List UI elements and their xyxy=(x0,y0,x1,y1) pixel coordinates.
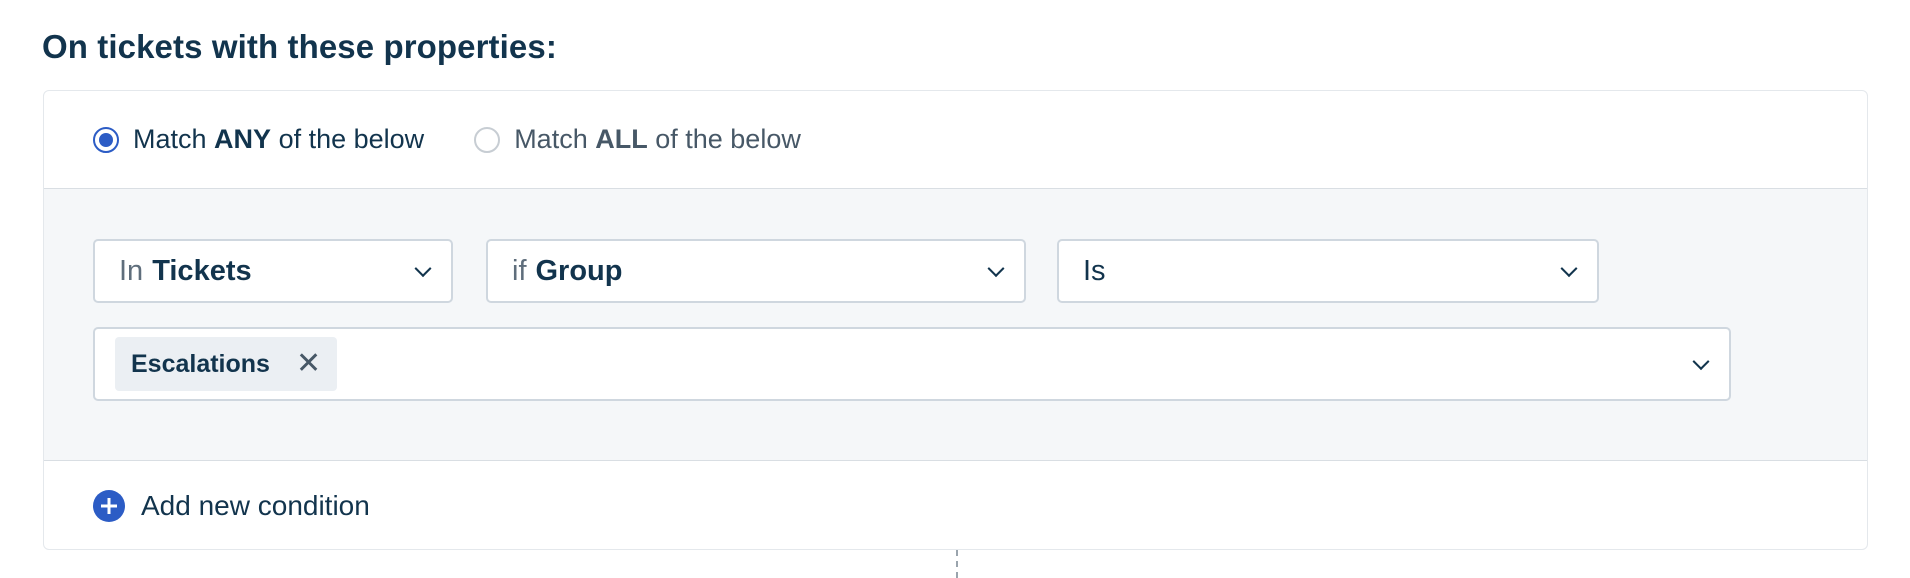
scope-dropdown[interactable]: In Tickets xyxy=(93,239,453,303)
chevron-down-icon xyxy=(1560,260,1578,278)
match-all-radio[interactable] xyxy=(474,126,501,153)
match-any-option[interactable]: Match ANY of the below xyxy=(93,124,424,155)
conditions-card: Match ANY of the below Match ALL of the … xyxy=(43,90,1868,550)
match-any-label: Match ANY of the below xyxy=(133,124,425,154)
chevron-down-icon xyxy=(987,260,1005,278)
operator-value: Is xyxy=(1083,254,1106,287)
scope-value: Tickets xyxy=(152,254,252,287)
add-condition-button[interactable]: Add new condition xyxy=(93,461,370,549)
field-value: Group xyxy=(535,254,623,287)
condition-panel: In Tickets if Group Is Escalations ✕ xyxy=(44,189,1867,461)
match-all-option[interactable]: Match ALL of the below xyxy=(474,124,801,155)
value-tag: Escalations ✕ xyxy=(115,337,338,391)
plus-circle-icon xyxy=(93,490,125,522)
add-condition-label: Add new condition xyxy=(141,490,370,521)
match-all-label: Match ALL of the below xyxy=(514,124,801,154)
match-mode-row: Match ANY of the below Match ALL of the … xyxy=(44,91,1867,189)
field-prefix: if xyxy=(512,254,527,287)
operator-dropdown[interactable]: Is xyxy=(1057,239,1599,303)
chevron-down-icon xyxy=(414,260,432,278)
field-dropdown[interactable]: if Group xyxy=(486,239,1026,303)
remove-tag-icon[interactable]: ✕ xyxy=(296,349,321,379)
scope-prefix: In xyxy=(119,254,144,287)
match-any-radio[interactable] xyxy=(93,126,119,153)
value-tag-label: Escalations xyxy=(131,349,270,378)
flow-connector-line xyxy=(956,550,958,578)
chevron-down-icon xyxy=(1692,353,1710,371)
value-multiselect[interactable]: Escalations ✕ xyxy=(93,327,1731,401)
page-title: On tickets with these properties: xyxy=(42,28,557,65)
